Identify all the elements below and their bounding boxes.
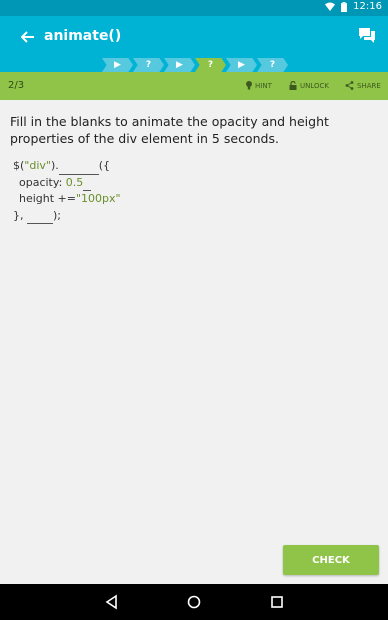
step-3[interactable]: ▶ bbox=[164, 58, 195, 72]
lesson-stepper: ▶ ? ▶ ? ▶ ? bbox=[0, 58, 388, 72]
app-bar: animate() bbox=[0, 16, 388, 58]
blank-separator-input[interactable] bbox=[83, 178, 92, 191]
step-6[interactable]: ? bbox=[257, 58, 288, 72]
code-block: $("div").({ opacity: 0.5 height +="100px… bbox=[13, 158, 121, 224]
hint-button[interactable]: HINT bbox=[246, 81, 272, 90]
code-line-1: $("div").({ bbox=[13, 158, 121, 175]
step-4[interactable]: ? bbox=[195, 58, 226, 72]
back-button[interactable] bbox=[18, 27, 38, 47]
check-button[interactable]: CHECK bbox=[283, 545, 379, 575]
lock-icon bbox=[289, 81, 297, 90]
nav-recents-icon[interactable] bbox=[269, 594, 285, 610]
blank-method-input[interactable] bbox=[58, 162, 99, 175]
step-1[interactable]: ▶ bbox=[102, 58, 133, 72]
quiz-toolbar: 2/3 HINT UNLOCK SHARE bbox=[0, 72, 388, 100]
step-2[interactable]: ? bbox=[133, 58, 164, 72]
lightbulb-icon bbox=[246, 81, 252, 90]
progress-counter: 2/3 bbox=[8, 80, 25, 91]
arrow-back-icon bbox=[21, 31, 34, 43]
unlock-button[interactable]: UNLOCK bbox=[289, 81, 329, 90]
discuss-button[interactable] bbox=[358, 27, 376, 45]
nav-back-icon[interactable] bbox=[104, 594, 120, 610]
question-text: Fill in the blanks to animate the opacit… bbox=[10, 114, 329, 146]
battery-icon bbox=[341, 1, 348, 12]
chat-icon bbox=[359, 28, 375, 43]
navigation-bar bbox=[0, 584, 388, 620]
code-line-2: opacity: 0.5 bbox=[13, 175, 121, 191]
wifi-icon bbox=[325, 2, 336, 11]
status-time: 12:16 bbox=[353, 1, 382, 12]
quiz-content: Fill in the blanks to animate the opacit… bbox=[0, 100, 388, 584]
share-icon bbox=[345, 81, 354, 90]
nav-home-icon[interactable] bbox=[186, 594, 202, 610]
code-line-3: height +="100px" bbox=[19, 192, 121, 205]
share-button[interactable]: SHARE bbox=[345, 81, 381, 90]
step-5[interactable]: ▶ bbox=[226, 58, 257, 72]
blank-duration-input[interactable] bbox=[27, 211, 53, 224]
code-line-4: }, ); bbox=[13, 208, 121, 224]
status-bar: 12:16 bbox=[0, 0, 388, 16]
page-title: animate() bbox=[44, 28, 122, 44]
